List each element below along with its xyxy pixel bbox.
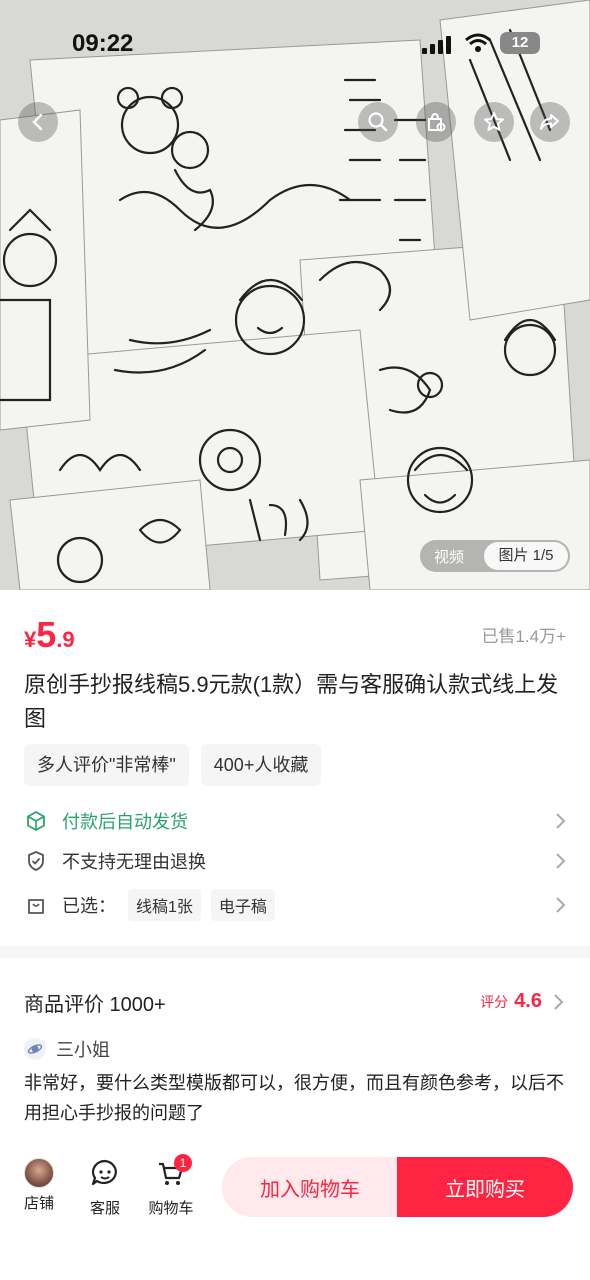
price-currency: ¥ bbox=[24, 627, 37, 652]
reviewer: 三小姐 bbox=[24, 1036, 110, 1062]
add-to-cart-button[interactable]: 加入购物车 bbox=[222, 1157, 398, 1217]
media-tabs: 视频 图片 1/5 bbox=[420, 540, 570, 572]
status-time: 09:22 bbox=[72, 30, 134, 57]
tab-video[interactable]: 视频 bbox=[434, 546, 464, 567]
price-integer: 5 bbox=[36, 614, 57, 655]
delivery-row[interactable]: 付款后自动发货 bbox=[24, 806, 568, 836]
bag-icon bbox=[24, 893, 48, 917]
score-value: 4.6 bbox=[514, 990, 542, 1012]
customer-service-label: 客服 bbox=[89, 1200, 120, 1217]
hand-drawn-poster-collage bbox=[0, 0, 590, 590]
store-icon bbox=[428, 112, 446, 132]
status-bar: 09:22 12 bbox=[0, 28, 590, 64]
score-label: 评分 bbox=[480, 993, 509, 1010]
selected-label: 已选： bbox=[62, 896, 116, 916]
sku-selection-row[interactable]: 已选： 线稿1张 电子稿 bbox=[24, 889, 568, 921]
product-image-gallery[interactable]: 09:22 12 视频 图片 1/5 bbox=[0, 0, 590, 590]
battery-indicator: 12 bbox=[500, 32, 540, 54]
reviews-title: 商品评价 1000+ bbox=[24, 994, 166, 1016]
store-button[interactable] bbox=[416, 102, 456, 142]
shop-avatar bbox=[24, 1158, 54, 1188]
cart-button[interactable]: 1 购物车 bbox=[146, 1154, 196, 1218]
wifi-icon bbox=[465, 33, 491, 52]
buy-now-button[interactable]: 立即购买 bbox=[397, 1157, 573, 1217]
reviewer-name: 三小姐 bbox=[56, 1040, 110, 1060]
share-icon bbox=[540, 114, 559, 130]
chevron-right-icon bbox=[554, 993, 564, 1010]
chevron-right-icon bbox=[556, 853, 566, 869]
reviewer-avatar bbox=[24, 1038, 46, 1060]
signal-icon bbox=[422, 36, 451, 54]
favorite-button[interactable] bbox=[474, 102, 514, 142]
sold-count: 已售1.4万+ bbox=[481, 627, 566, 646]
price: ¥5.9 bbox=[24, 614, 75, 656]
share-button[interactable] bbox=[530, 102, 570, 142]
customer-service-button[interactable]: 客服 bbox=[80, 1158, 130, 1218]
star-icon bbox=[484, 112, 504, 131]
back-button[interactable] bbox=[18, 102, 58, 142]
shop-button[interactable]: 店铺 bbox=[14, 1158, 64, 1213]
reviews-section[interactable]: 商品评价 1000+ 评分 4.6 三小姐 非常好，要什么类型模版都可以，很方便… bbox=[0, 958, 590, 1158]
return-policy-row[interactable]: 不支持无理由退换 bbox=[24, 846, 568, 876]
product-info-section: ¥5.9 已售1.4万+ 原创手抄报线稿5.9元款(1款）需与客服确认款式线上发… bbox=[0, 590, 590, 946]
reviews-score[interactable]: 评分 4.6 bbox=[480, 990, 566, 1013]
search-icon bbox=[368, 112, 388, 132]
price-decimal: .9 bbox=[56, 627, 75, 652]
package-icon bbox=[24, 809, 48, 833]
cart-label: 购物车 bbox=[148, 1200, 194, 1217]
shop-label: 店铺 bbox=[23, 1195, 54, 1212]
highlight-chips: 多人评价"非常棒" 400+人收藏 bbox=[24, 744, 322, 786]
product-title: 原创手抄报线稿5.9元款(1款）需与客服确认款式线上发图 bbox=[24, 672, 559, 731]
delivery-text: 付款后自动发货 bbox=[62, 812, 188, 832]
selected-option: 线稿1张 bbox=[128, 889, 201, 921]
bottom-action-bar: 店铺 客服 1 购物车 加入购物车 立即购买 bbox=[0, 1142, 590, 1280]
back-arrow-icon bbox=[32, 113, 43, 131]
search-button[interactable] bbox=[358, 102, 398, 142]
tab-image[interactable]: 图片 1/5 bbox=[484, 542, 568, 570]
return-policy-text: 不支持无理由退换 bbox=[62, 852, 206, 872]
chip-reviews: 多人评价"非常棒" bbox=[24, 744, 189, 786]
cart-count-badge: 1 bbox=[174, 1154, 192, 1172]
chevron-right-icon bbox=[556, 813, 566, 829]
chat-icon bbox=[91, 1159, 117, 1186]
shield-check-icon bbox=[24, 849, 48, 873]
review-text: 非常好，要什么类型模版都可以，很方便，而且有颜色参考，以后不用担心手抄报的问题了 bbox=[24, 1073, 564, 1123]
chip-favorites: 400+人收藏 bbox=[200, 744, 322, 786]
selected-option: 电子稿 bbox=[210, 889, 275, 921]
chevron-right-icon bbox=[556, 897, 566, 913]
